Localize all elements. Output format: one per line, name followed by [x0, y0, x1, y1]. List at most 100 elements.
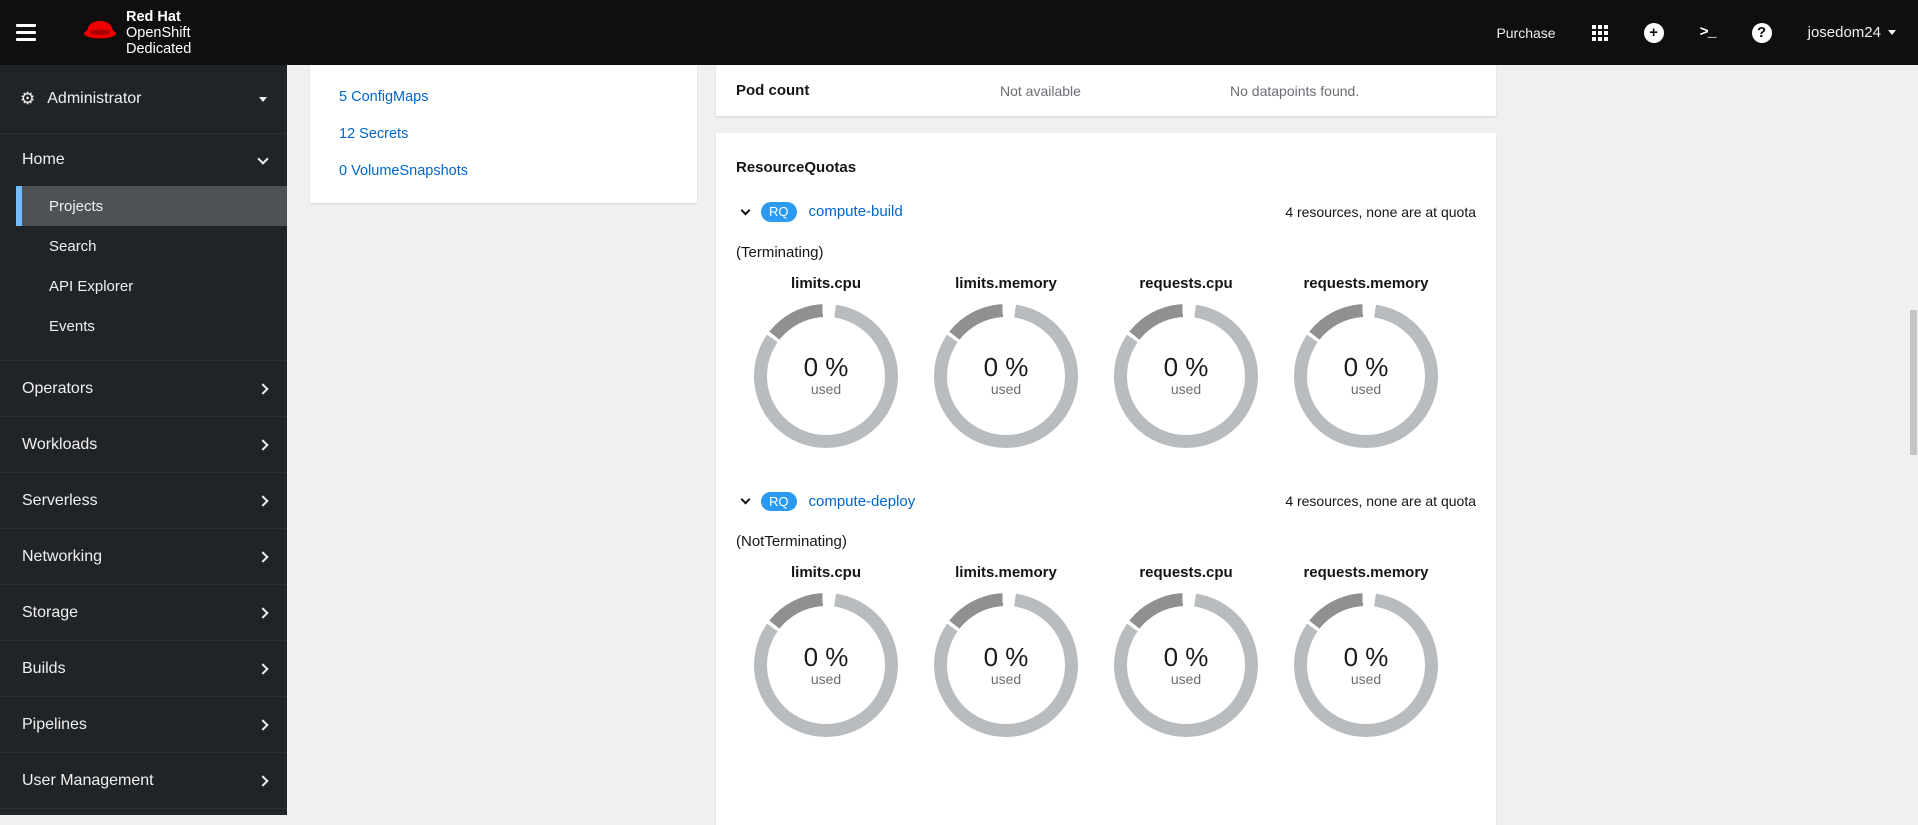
sidebar-item-builds[interactable]: Builds: [0, 641, 287, 697]
donut-chart: 0 % used: [934, 304, 1078, 448]
sidebar-item-label: Workloads: [22, 436, 97, 454]
sidebar: ⚙ Administrator Home Projects Search API…: [0, 65, 287, 815]
gauge-requests-cpu: requests.cpu 0 % used: [1096, 564, 1276, 737]
app-launcher-icon[interactable]: [1592, 25, 1608, 41]
metric-value: Not available: [1000, 83, 1230, 99]
help-icon[interactable]: ?: [1752, 23, 1772, 43]
inventory-card: 5 ConfigMaps 12 Secrets 0 VolumeSnapshot…: [310, 65, 697, 203]
brand-logo[interactable]: Red Hat OpenShift Dedicated: [82, 9, 191, 57]
gauge-limits-cpu: limits.cpu 0 % used: [736, 564, 916, 737]
gauge-sublabel: used: [1171, 671, 1201, 687]
quota-row-compute-deploy: RQ compute-deploy 4 resources, none are …: [736, 492, 1476, 512]
brand-line2: OpenShift: [126, 25, 191, 41]
donut-chart: 0 % used: [754, 593, 898, 737]
resource-quotas-card: ResourceQuotas RQ compute-build 4 resour…: [716, 133, 1496, 825]
sidebar-item-label: Storage: [22, 604, 78, 622]
quota-scope: (Terminating): [736, 244, 1476, 261]
quota-summary: 4 resources, none are at quota: [1285, 493, 1476, 509]
gauge-title: requests.cpu: [1096, 275, 1276, 292]
gauge-limits-memory: limits.memory 0 % used: [916, 275, 1096, 448]
gauge-value: 0 %: [1164, 354, 1209, 381]
cogs-icon: ⚙: [20, 89, 35, 109]
brand-line3: Dedicated: [126, 41, 191, 57]
utilization-card: Pod count Not available No datapoints fo…: [716, 65, 1496, 116]
purchase-link[interactable]: Purchase: [1496, 25, 1555, 41]
sidebar-item-storage[interactable]: Storage: [0, 585, 287, 641]
sidebar-item-projects[interactable]: Projects: [16, 186, 287, 226]
quota-name-link[interactable]: compute-deploy: [809, 493, 916, 510]
gauge-value: 0 %: [984, 354, 1029, 381]
gauge-value: 0 %: [1344, 644, 1389, 671]
volumesnapshots-link[interactable]: 0 VolumeSnapshots: [339, 163, 697, 179]
resource-quota-badge: RQ: [761, 202, 797, 222]
donut-chart: 0 % used: [754, 304, 898, 448]
gauge-title: limits.memory: [916, 275, 1096, 292]
sidebar-item-pipelines[interactable]: Pipelines: [0, 697, 287, 753]
gauge-title: requests.cpu: [1096, 564, 1276, 581]
sidebar-item-label: Pipelines: [22, 716, 87, 734]
donut-chart: 0 % used: [934, 593, 1078, 737]
sidebar-item-events[interactable]: Events: [16, 306, 287, 346]
nav-toggle-icon[interactable]: [16, 13, 56, 53]
chevron-right-icon: [257, 495, 268, 506]
card-title: ResourceQuotas: [736, 159, 1476, 176]
donut-chart: 0 % used: [1294, 304, 1438, 448]
gauge-title: limits.cpu: [736, 275, 916, 292]
gauge-requests-memory: requests.memory 0 % used: [1276, 564, 1456, 737]
sidebar-item-networking[interactable]: Networking: [0, 529, 287, 585]
metric-note: No datapoints found.: [1230, 83, 1359, 99]
gauge-title: requests.memory: [1276, 275, 1456, 292]
sidebar-item-operators[interactable]: Operators: [0, 361, 287, 417]
perspective-label: Administrator: [47, 90, 141, 108]
sidebar-item-label: Networking: [22, 548, 102, 566]
gauge-requests-cpu: requests.cpu 0 % used: [1096, 275, 1276, 448]
expand-toggle-chevron-icon[interactable]: [741, 495, 751, 505]
sidebar-item-home[interactable]: Home: [0, 134, 287, 186]
sidebar-item-search[interactable]: Search: [16, 226, 287, 266]
red-hat-fedora-icon: [82, 18, 118, 47]
chevron-right-icon: [257, 383, 268, 394]
gauge-sublabel: used: [1351, 381, 1381, 397]
chevron-right-icon: [257, 439, 268, 450]
configmaps-link[interactable]: 5 ConfigMaps: [339, 89, 697, 105]
quota-gauges-row: limits.cpu 0 % used limits.memory 0 % us…: [736, 564, 1476, 737]
chevron-right-icon: [257, 719, 268, 730]
sidebar-item-label: Events: [49, 318, 95, 335]
expand-toggle-chevron-icon[interactable]: [741, 205, 751, 215]
gauge-limits-cpu: limits.cpu 0 % used: [736, 275, 916, 448]
sidebar-item-label: Operators: [22, 380, 93, 398]
sidebar-item-label: Serverless: [22, 492, 98, 510]
perspective-switcher[interactable]: ⚙ Administrator: [0, 65, 287, 134]
gauge-value: 0 %: [984, 644, 1029, 671]
quota-name-link[interactable]: compute-build: [809, 203, 903, 220]
caret-down-icon: [259, 97, 267, 102]
chevron-down-icon: [1888, 30, 1896, 35]
gauge-title: limits.memory: [916, 564, 1096, 581]
masthead: Red Hat OpenShift Dedicated Purchase + >…: [0, 0, 1918, 65]
gauge-title: requests.memory: [1276, 564, 1456, 581]
import-yaml-plus-icon[interactable]: +: [1644, 23, 1664, 43]
sidebar-item-label: Search: [49, 238, 97, 255]
gauge-sublabel: used: [1171, 381, 1201, 397]
gauge-value: 0 %: [1164, 644, 1209, 671]
brand-line1: Red Hat: [126, 9, 191, 25]
sidebar-item-label: API Explorer: [49, 278, 133, 295]
user-menu[interactable]: josedom24: [1808, 24, 1896, 41]
secrets-link[interactable]: 12 Secrets: [339, 126, 697, 142]
quota-summary: 4 resources, none are at quota: [1285, 204, 1476, 220]
chevron-right-icon: [257, 775, 268, 786]
sidebar-item-user-management[interactable]: User Management: [0, 753, 287, 809]
vertical-scrollbar[interactable]: [1910, 310, 1917, 455]
sidebar-item-api-explorer[interactable]: API Explorer: [16, 266, 287, 306]
sidebar-item-label: User Management: [22, 772, 154, 790]
quota-row-compute-build: RQ compute-build 4 resources, none are a…: [736, 202, 1476, 222]
terminal-icon[interactable]: >_: [1700, 24, 1716, 41]
sidebar-item-workloads[interactable]: Workloads: [0, 417, 287, 473]
sidebar-item-label: Home: [22, 151, 65, 169]
chevron-right-icon: [257, 607, 268, 618]
gauge-sublabel: used: [991, 381, 1021, 397]
sidebar-item-serverless[interactable]: Serverless: [0, 473, 287, 529]
gauge-value: 0 %: [804, 354, 849, 381]
gauge-sublabel: used: [811, 381, 841, 397]
sidebar-item-label: Builds: [22, 660, 66, 678]
